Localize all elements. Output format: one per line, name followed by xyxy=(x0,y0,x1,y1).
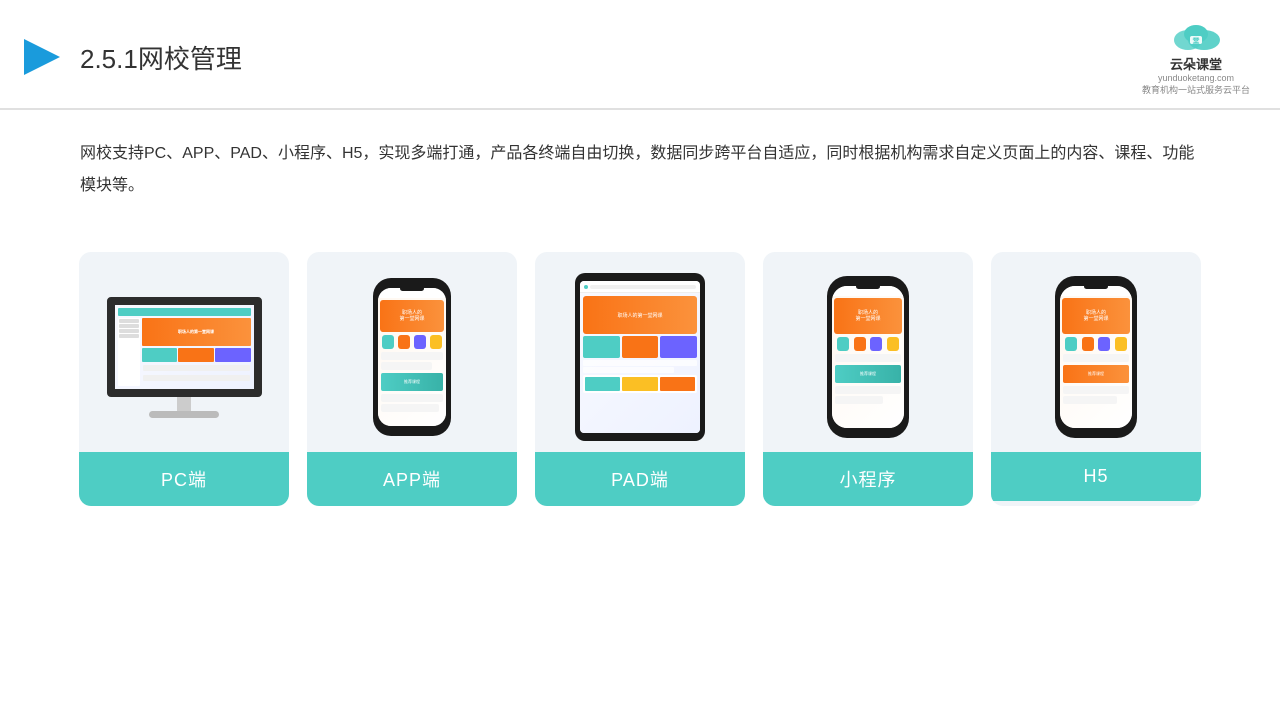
pad-image-area: 职场人的第一堂网课 xyxy=(535,252,745,452)
pad-tablet-mockup: 职场人的第一堂网课 xyxy=(575,273,705,441)
h5-phone-mockup: 职场人的第一堂网课 推荐课程 xyxy=(1055,276,1137,438)
logo-area: 堂 云朵课堂 yunduoketang.com 教育机构一站式服务云平台 xyxy=(1142,18,1250,96)
card-app: 职场人的第一堂网课 推荐课程 xyxy=(307,252,517,506)
card-pc: 职场人的第一堂网课 xyxy=(79,252,289,506)
pc-monitor: 职场人的第一堂网课 xyxy=(107,297,262,418)
card-h5: 职场人的第一堂网课 推荐课程 xyxy=(991,252,1201,506)
svg-text:堂: 堂 xyxy=(1192,36,1199,45)
h5-image-area: 职场人的第一堂网课 推荐课程 xyxy=(991,252,1201,452)
pc-label: PC端 xyxy=(79,452,289,506)
logo-name: 云朵课堂 xyxy=(1170,54,1222,73)
monitor-screen: 职场人的第一堂网课 xyxy=(107,297,262,397)
platform-cards: 职场人的第一堂网课 xyxy=(0,222,1280,526)
play-icon xyxy=(20,35,64,79)
pc-image-area: 职场人的第一堂网课 xyxy=(79,252,289,452)
description-text: 网校支持PC、APP、PAD、小程序、H5，实现多端打通，产品各终端自由切换，数… xyxy=(0,110,1280,212)
card-pad: 职场人的第一堂网课 xyxy=(535,252,745,506)
page-header: 2.5.1网校管理 堂 云朵课堂 yunduoketang.com 教育机构一站… xyxy=(0,0,1280,110)
card-miniprogram: 职场人的第一堂网课 推荐课程 xyxy=(763,252,973,506)
logo-url: yunduoketang.com xyxy=(1158,73,1234,83)
page-title: 2.5.1网校管理 xyxy=(80,39,242,76)
pad-label: PAD端 xyxy=(535,452,745,506)
logo-cloud-icon: 堂 xyxy=(1168,18,1224,54)
app-image-area: 职场人的第一堂网课 推荐课程 xyxy=(307,252,517,452)
header-left: 2.5.1网校管理 xyxy=(20,35,242,79)
miniprogram-label: 小程序 xyxy=(763,452,973,506)
app-label: APP端 xyxy=(307,452,517,506)
miniprogram-phone-mockup: 职场人的第一堂网课 推荐课程 xyxy=(827,276,909,438)
logo-tagline: 教育机构一站式服务云平台 xyxy=(1142,83,1250,96)
app-phone-mockup: 职场人的第一堂网课 推荐课程 xyxy=(373,278,451,436)
h5-label: H5 xyxy=(991,452,1201,501)
miniprogram-image-area: 职场人的第一堂网课 推荐课程 xyxy=(763,252,973,452)
